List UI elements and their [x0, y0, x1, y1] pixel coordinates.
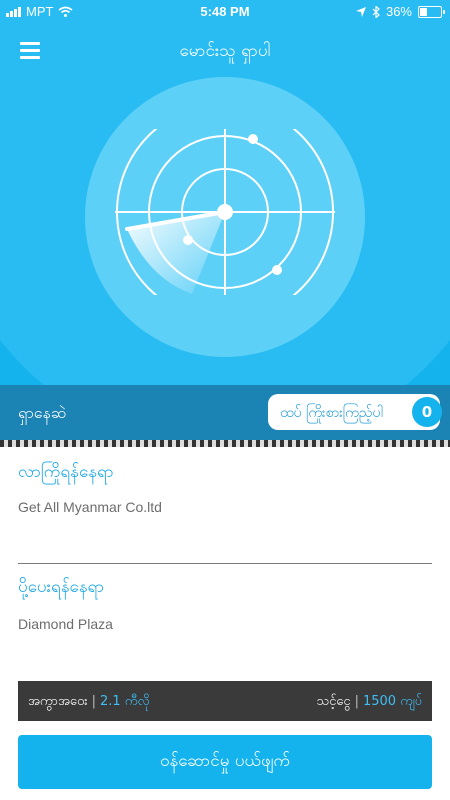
- retry-button[interactable]: ထပ် ကြိုးစားကြည့်ပါ 0: [268, 394, 442, 430]
- distance-label: အကွာအဝေး: [28, 694, 88, 709]
- trip-info-bar: အကွာအဝေး | 2.1 ကီလို သင့်ငွေ | 1500 ကျပ်: [18, 681, 432, 721]
- searching-label: ရှာနေဆဲ: [18, 403, 67, 422]
- search-status-bar: ရှာနေဆဲ ထပ် ကြိုးစားကြည့်ပါ 0: [0, 385, 450, 440]
- fare-label: သင့်ငွေ: [316, 694, 351, 709]
- dropoff-value[interactable]: Diamond Plaza: [18, 616, 113, 632]
- radar-center-dot: [217, 204, 233, 220]
- location-arrow-icon: [355, 6, 366, 17]
- radar-blip: [183, 235, 193, 245]
- pickup-field-underline: [18, 563, 432, 564]
- pickup-value[interactable]: Get All Myanmar Co.ltd: [18, 499, 162, 515]
- fare-value: 1500 ကျပ်: [362, 694, 422, 709]
- distance-value: 2.1 ကီလို: [99, 694, 150, 709]
- retry-label: ထပ် ကြိုးစားကြည့်ပါ: [280, 405, 383, 421]
- radar-graphic: [115, 129, 335, 295]
- battery-percent: 36%: [385, 4, 412, 19]
- dropoff-label: ပို့ပေးရန်နေရာ: [18, 577, 105, 597]
- dashed-divider: [0, 440, 450, 447]
- cancel-service-button[interactable]: ဝန်ဆောင်မှု ပယ်ဖျက်: [18, 735, 432, 789]
- radar-panel: MPT 5:48 PM 36% မောင်းသူ ရှာပါ: [0, 0, 450, 385]
- status-bar: MPT 5:48 PM 36%: [0, 0, 450, 24]
- pickup-label: လာကြိုရန်နေရာ: [18, 462, 114, 482]
- retry-count-badge: 0: [412, 397, 442, 427]
- battery-icon: [418, 5, 445, 18]
- radar-blip: [272, 265, 282, 275]
- separator: |: [354, 694, 359, 709]
- header: မောင်းသူ ရှာပါ: [0, 32, 450, 72]
- page-title: မောင်းသူ ရှာပါ: [179, 41, 271, 61]
- radar-blip: [248, 134, 258, 144]
- separator: |: [91, 694, 96, 709]
- bluetooth-icon: [372, 5, 380, 18]
